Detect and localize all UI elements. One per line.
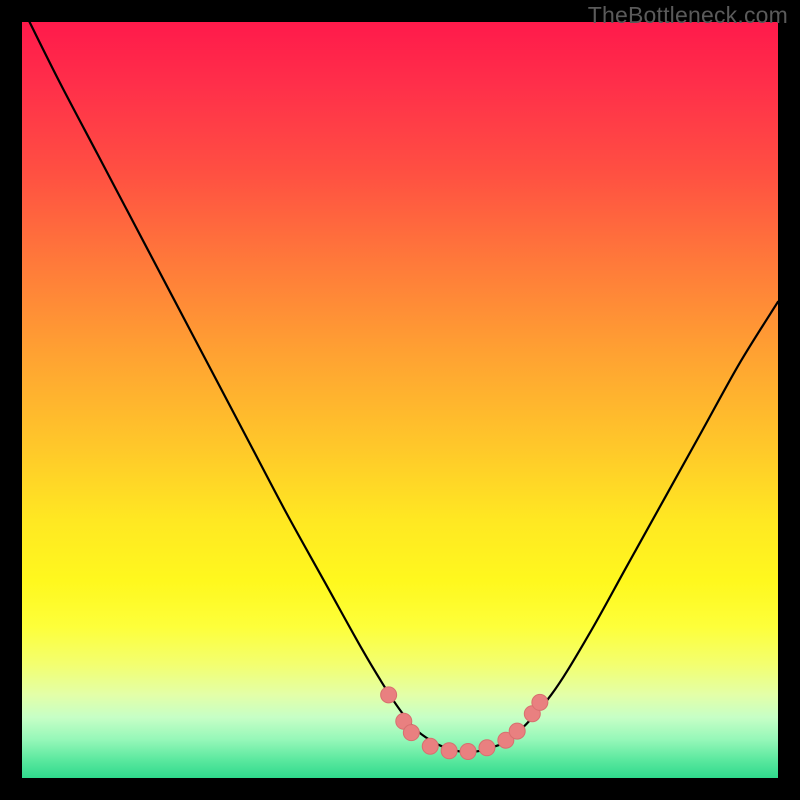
curve-marker <box>509 723 525 739</box>
plot-area <box>22 22 778 778</box>
curve-marker <box>403 725 419 741</box>
curve-marker <box>381 687 397 703</box>
curve-marker <box>532 694 548 710</box>
curve-marker <box>422 738 438 754</box>
curve-marker <box>460 744 476 760</box>
curve-marker <box>479 740 495 756</box>
chart-frame: TheBottleneck.com <box>0 0 800 800</box>
watermark-label: TheBottleneck.com <box>588 2 788 29</box>
curve-markers <box>22 22 778 778</box>
curve-marker <box>441 743 457 759</box>
